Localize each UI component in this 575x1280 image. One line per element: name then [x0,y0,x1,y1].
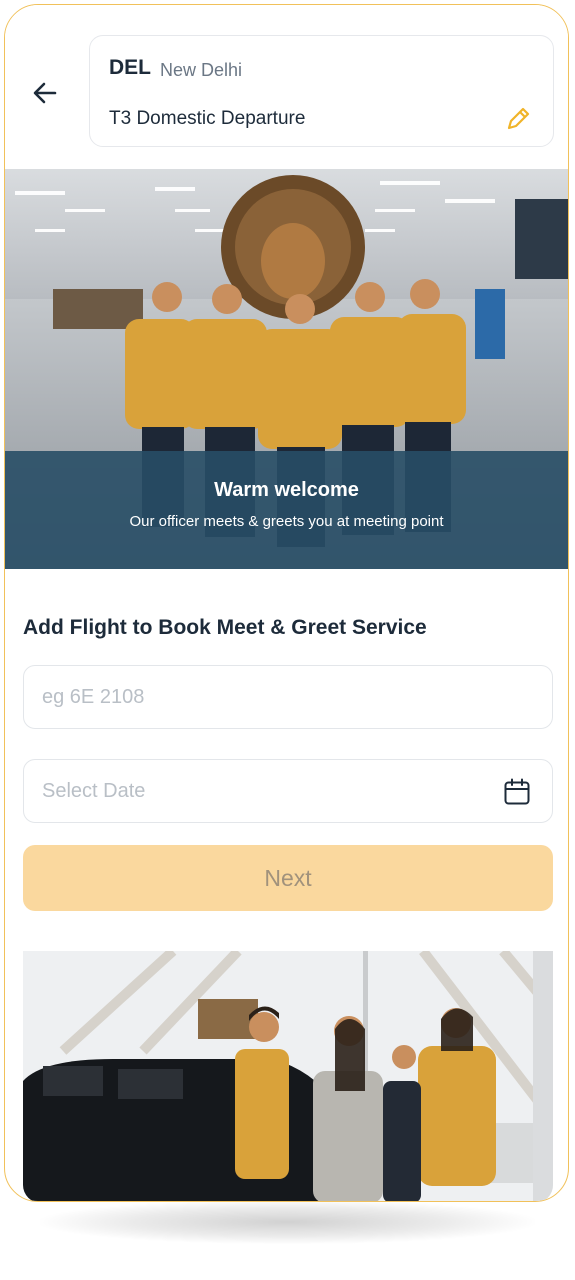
airport-city: New Delhi [160,60,243,80]
flight-number-input[interactable] [24,666,552,728]
back-button[interactable] [27,75,63,111]
pencil-icon [507,107,530,130]
arrow-left-icon [33,82,57,104]
airport-code: DEL [109,56,151,79]
edit-location-button[interactable] [503,104,533,134]
hero-title: Warm welcome [214,479,359,501]
date-input[interactable] [24,760,552,822]
location-card[interactable]: DEL New Delhi T3 Domestic Departure [89,35,554,147]
app-screen: DEL New Delhi T3 Domestic Departure Warm… [4,4,569,1202]
date-field[interactable] [23,759,553,823]
calendar-icon [504,778,530,805]
hero-caption: Warm welcome Our officer meets & greets … [5,451,568,569]
promo-image [23,951,553,1201]
form-title: Add Flight to Book Meet & Greet Service [23,616,427,639]
flight-number-field[interactable] [23,665,553,729]
calendar-button[interactable] [502,777,532,807]
header: DEL New Delhi T3 Domestic Departure [5,5,568,169]
promo-photo [23,951,553,1201]
device-shadow [40,1200,535,1244]
next-button[interactable]: Next [23,845,553,911]
hero-banner: Warm welcome Our officer meets & greets … [5,169,568,569]
terminal-label: T3 Domestic Departure [109,108,306,129]
hero-subtitle: Our officer meets & greets you at meetin… [129,513,444,530]
